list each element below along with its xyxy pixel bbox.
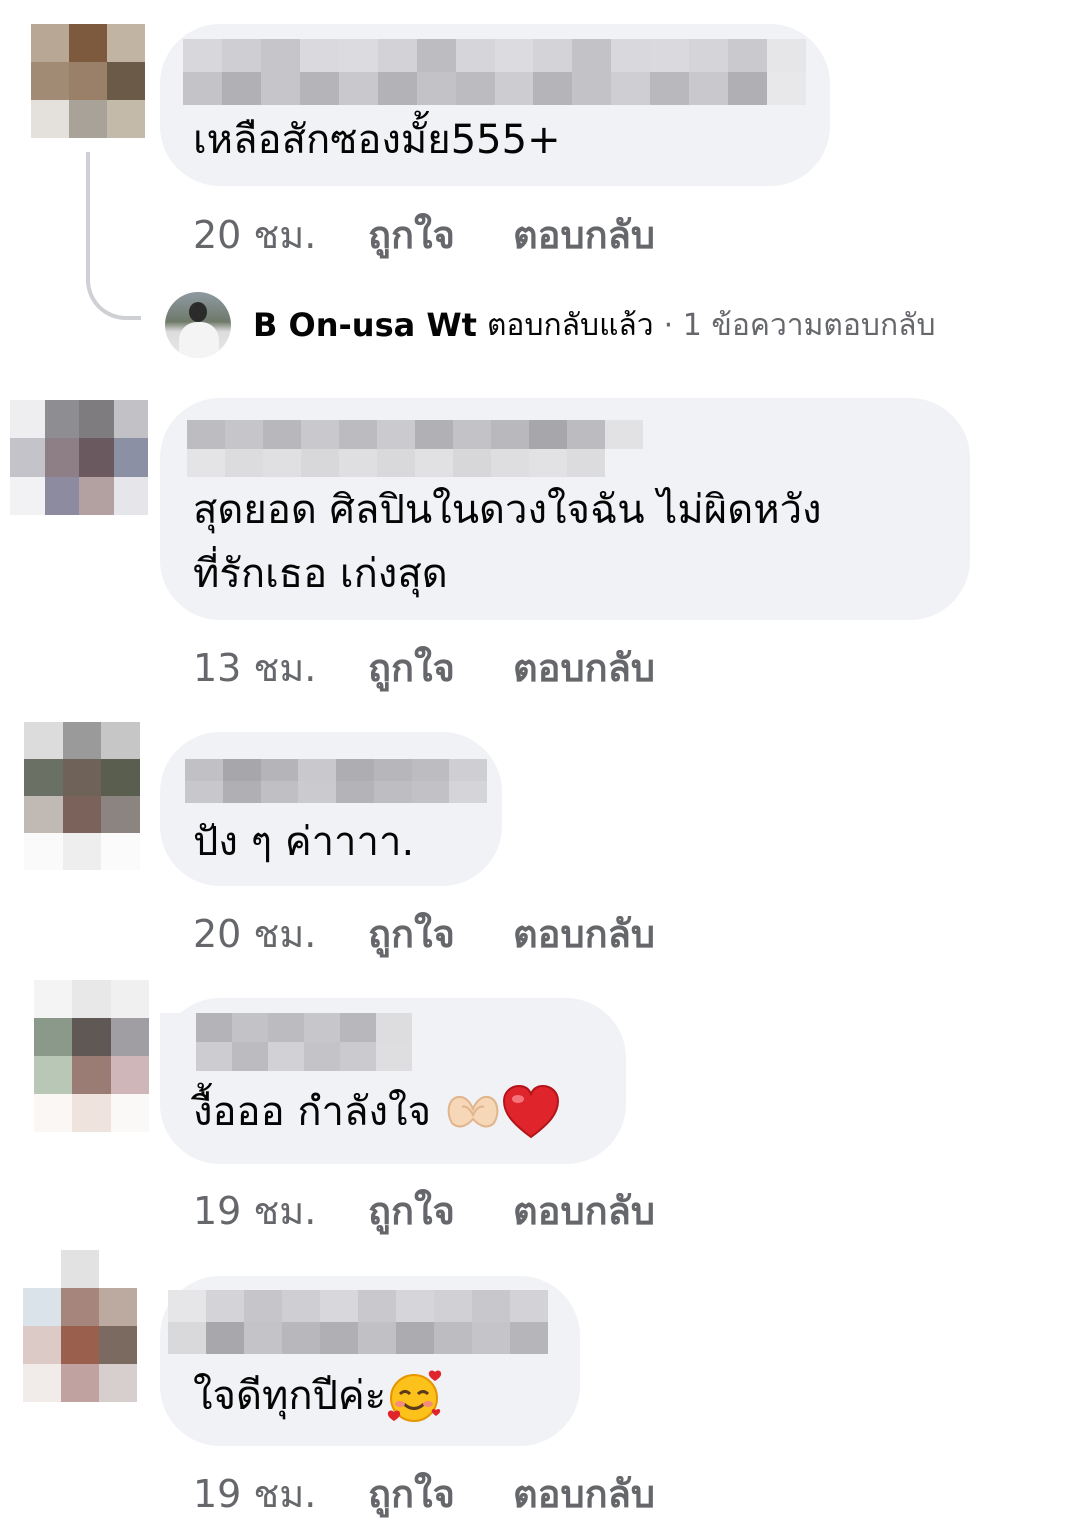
comment-meta: 20 ชม. ถูกใจ ตอบกลับ xyxy=(193,903,655,964)
comment-bubble[interactable]: สุดยอด ศิลปินในดวงใจฉัน ไม่ผิดหวัง ที่รั… xyxy=(160,398,970,620)
blurred-commenter-name[interactable] xyxy=(160,1013,412,1071)
smiling-face-with-hearts-emoji xyxy=(386,1368,444,1424)
red-heart-emoji xyxy=(502,1084,560,1139)
reply-button[interactable]: ตอบกลับ xyxy=(513,204,655,265)
comment-meta: 13 ชม. ถูกใจ ตอบกลับ xyxy=(193,637,655,698)
like-button[interactable]: ถูกใจ xyxy=(368,903,513,964)
comment-time[interactable]: 19 ชม. xyxy=(193,1463,368,1524)
comment-text-line-1: สุดยอด ศิลปินในดวงใจฉัน ไม่ผิดหวัง xyxy=(193,487,822,533)
like-button[interactable]: ถูกใจ xyxy=(368,1180,513,1241)
comment-time[interactable]: 19 ชม. xyxy=(193,1180,368,1241)
reply-button[interactable]: ตอบกลับ xyxy=(513,1180,655,1241)
comment-time[interactable]: 13 ชม. xyxy=(193,637,368,698)
comment-meta: 20 ชม. ถูกใจ ตอบกลับ xyxy=(193,204,655,265)
commenter-avatar[interactable] xyxy=(31,24,145,138)
comment-text-line-2: ที่รักเธอ เก่งสุด xyxy=(193,551,448,597)
reply-button[interactable]: ตอบกลับ xyxy=(513,637,655,698)
comment-bubble[interactable]: เหลือสักซองมั้ย555+ xyxy=(160,24,830,186)
blurred-commenter-name[interactable] xyxy=(187,420,643,477)
replied-label: ตอบกลับแล้ว xyxy=(486,307,654,343)
comment-text: ปัง ๆ ค่าาาา. xyxy=(193,819,415,865)
commenter-avatar[interactable] xyxy=(24,722,140,870)
comment-text-content: ใจดีทุกปีค่ะ xyxy=(193,1373,387,1419)
comment-bubble[interactable]: งื้อออ กำลังใจ xyxy=(160,998,626,1164)
replier-avatar[interactable] xyxy=(165,292,231,358)
commenter-avatar[interactable] xyxy=(10,400,148,515)
replier-name[interactable]: B On-usa Wt xyxy=(253,306,477,344)
blurred-commenter-name[interactable] xyxy=(183,39,806,105)
comment-bubble[interactable]: ใจดีทุกปีค่ะ xyxy=(160,1276,580,1446)
comment-meta: 19 ชม. ถูกใจ ตอบกลับ xyxy=(193,1180,655,1241)
reply-button[interactable]: ตอบกลับ xyxy=(513,903,655,964)
comment-time[interactable]: 20 ชม. xyxy=(193,204,368,265)
heart-hands-emoji xyxy=(444,1088,502,1132)
like-button[interactable]: ถูกใจ xyxy=(368,204,513,265)
like-button[interactable]: ถูกใจ xyxy=(368,637,513,698)
comment-text-content: งื้อออ กำลังใจ xyxy=(193,1089,432,1135)
comment-text: ใจดีทุกปีค่ะ xyxy=(193,1364,560,1428)
like-button[interactable]: ถูกใจ xyxy=(368,1463,513,1524)
thread-connector-line xyxy=(86,152,141,320)
comment-meta: 19 ชม. ถูกใจ ตอบกลับ xyxy=(193,1463,655,1524)
blurred-commenter-name[interactable] xyxy=(185,759,487,803)
comment-text: เหลือสักซองมั้ย555+ xyxy=(193,117,561,163)
reply-button[interactable]: ตอบกลับ xyxy=(513,1463,655,1524)
commenter-avatar[interactable] xyxy=(23,1250,137,1402)
comment-text: งื้อออ กำลังใจ xyxy=(193,1080,606,1144)
blurred-commenter-name[interactable] xyxy=(168,1290,548,1354)
comment-time[interactable]: 20 ชม. xyxy=(193,903,368,964)
reply-count[interactable]: · 1 ข้อความตอบกลับ xyxy=(664,302,936,349)
commenter-avatar[interactable] xyxy=(34,980,149,1132)
view-replies-link[interactable]: B On-usa Wt ตอบกลับแล้ว · 1 ข้อความตอบกล… xyxy=(165,292,936,358)
comment-bubble[interactable]: ปัง ๆ ค่าาาา. xyxy=(160,732,502,886)
